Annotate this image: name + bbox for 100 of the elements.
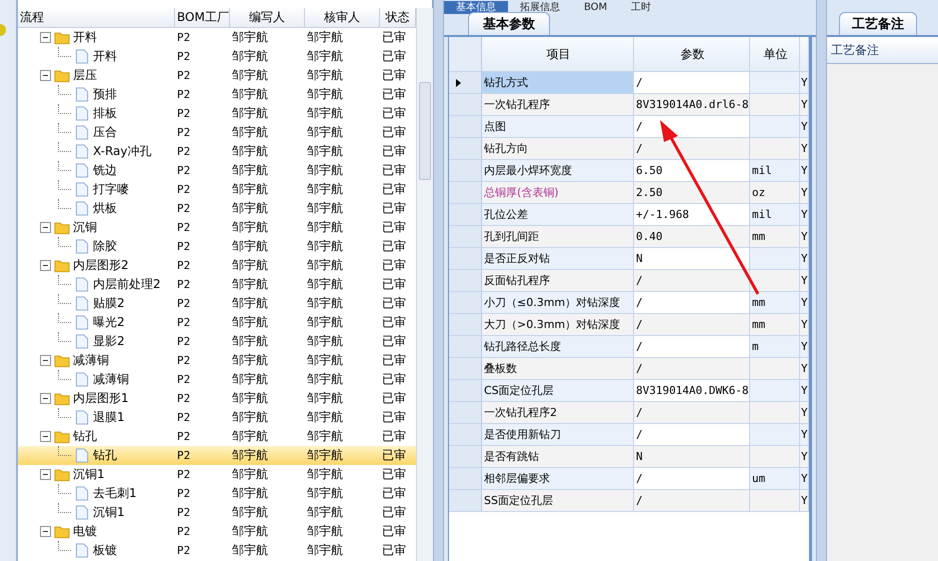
- table-cell[interactable]: /: [634, 402, 750, 424]
- tab[interactable]: 工艺备注: [839, 12, 917, 35]
- tree-node-label: 贴膜2: [93, 295, 125, 312]
- table-cell-text: 邹宇航: [231, 428, 269, 445]
- tab[interactable]: 基本信息: [444, 1, 508, 14]
- column-header[interactable]: 流程: [18, 8, 175, 27]
- table-cell: 是否有跳钻: [482, 446, 634, 468]
- tree-row[interactable]: 铣边 P2 邹宇航 邹宇航 已审: [18, 161, 416, 180]
- collapse-icon[interactable]: [40, 355, 51, 366]
- tree-row[interactable]: 除胶 P2 邹宇航 邹宇航 已审: [18, 237, 416, 256]
- tab[interactable]: BOM: [572, 1, 620, 14]
- tree-row[interactable]: 板镀 P2 邹宇航 邹宇航 已审: [18, 541, 416, 560]
- tab[interactable]: 基本参数: [468, 12, 550, 35]
- tree-row[interactable]: 烘板 P2 邹宇航 邹宇航 已审: [18, 199, 416, 218]
- tree-row[interactable]: 沉铜 P2 邹宇航 邹宇航 已审: [18, 218, 416, 237]
- table-cell[interactable]: /: [634, 490, 750, 512]
- tree-row[interactable]: 钻孔 P2 邹宇航 邹宇航 已审: [18, 446, 416, 465]
- collapse-icon[interactable]: [40, 526, 51, 537]
- table-cell-text: P2: [176, 429, 192, 445]
- tree-row[interactable]: 减薄铜 P2 邹宇航 邹宇航 已审: [18, 351, 416, 370]
- tab[interactable]: 工时: [619, 1, 664, 14]
- table-cell-text: P2: [176, 258, 192, 274]
- tree-row[interactable]: 去毛刺1 P2 邹宇航 邹宇航 已审: [18, 484, 416, 503]
- table-cell: [750, 402, 800, 424]
- collapse-icon[interactable]: [40, 222, 51, 233]
- table-cell: Y: [800, 182, 809, 204]
- table-cell-text: 邹宇航: [231, 124, 269, 141]
- table-cell[interactable]: /: [634, 292, 750, 314]
- tree-row[interactable]: 退膜1 P2 邹宇航 邹宇航 已审: [18, 408, 416, 427]
- table-cell[interactable]: +/-1.968: [634, 204, 750, 226]
- tree-row[interactable]: 显影2 P2 邹宇航 邹宇航 已审: [18, 332, 416, 351]
- table-cell[interactable]: N: [634, 248, 750, 270]
- tree-row[interactable]: 开料 P2 邹宇航 邹宇航 已审: [18, 47, 416, 66]
- tree-row[interactable]: 打字嘜 P2 邹宇航 邹宇航 已审: [18, 180, 416, 199]
- tree-row[interactable]: 电镀 P2 邹宇航 邹宇航 已审: [18, 522, 416, 541]
- table-cell[interactable]: /: [634, 270, 750, 292]
- tree-row[interactable]: 沉铜1 P2 邹宇航 邹宇航 已审: [18, 503, 416, 522]
- folder-icon: [54, 353, 70, 368]
- table-cell[interactable]: 6.50: [634, 160, 750, 182]
- table-cell-text: 已审: [381, 48, 407, 65]
- document-icon: [74, 239, 90, 254]
- table-cell-text: P2: [176, 220, 192, 236]
- tree-row[interactable]: 沉铜1 P2 邹宇航 邹宇航 已审: [18, 465, 416, 484]
- table-cell-text: P2: [176, 391, 192, 407]
- tree-row[interactable]: 减薄铜 P2 邹宇航 邹宇航 已审: [18, 370, 416, 389]
- collapse-icon[interactable]: [40, 469, 51, 480]
- tree-row[interactable]: 内层图形2 P2 邹宇航 邹宇航 已审: [18, 256, 416, 275]
- document-icon: [74, 144, 90, 159]
- table-cell[interactable]: /: [634, 72, 750, 94]
- splitter[interactable]: [433, 0, 444, 561]
- table-cell: [750, 446, 800, 468]
- table-cell[interactable]: 8V319014A0.drl6-8: [634, 94, 750, 116]
- tree-row[interactable]: 开料 P2 邹宇航 邹宇航 已审: [18, 28, 416, 47]
- table-cell[interactable]: /: [634, 336, 750, 358]
- scrollbar[interactable]: [416, 8, 433, 561]
- column-header[interactable]: 编写人: [230, 8, 305, 27]
- collapse-icon[interactable]: [40, 431, 51, 442]
- tree-row[interactable]: 钻孔 P2 邹宇航 邹宇航 已审: [18, 427, 416, 446]
- collapse-icon[interactable]: [40, 393, 51, 404]
- tree-row[interactable]: 预排 P2 邹宇航 邹宇航 已审: [18, 85, 416, 104]
- table-cell[interactable]: /: [634, 116, 750, 138]
- document-icon: [74, 201, 90, 216]
- table-cell-text: 邹宇航: [306, 200, 344, 217]
- tree-row[interactable]: X-Ray冲孔 P2 邹宇航 邹宇航 已审: [18, 142, 416, 161]
- tree-row[interactable]: 压合 P2 邹宇航 邹宇航 已审: [18, 123, 416, 142]
- tree-row[interactable]: 内层前处理2 P2 邹宇航 邹宇航 已审: [18, 275, 416, 294]
- tree-row[interactable]: 排板 P2 邹宇航 邹宇航 已审: [18, 104, 416, 123]
- column-header[interactable]: BOM工厂: [175, 8, 230, 27]
- table-cell-text: 已审: [381, 219, 407, 236]
- row-indicator[interactable]: [449, 72, 482, 94]
- tab[interactable]: 拓展信息: [508, 1, 572, 14]
- table-cell[interactable]: 0.40: [634, 226, 750, 248]
- table-cell-text: P2: [176, 524, 192, 540]
- table-cell-text: 邹宇航: [306, 105, 344, 122]
- table-cell-text: 已审: [381, 447, 407, 464]
- document-icon: [74, 505, 90, 520]
- tree-row[interactable]: 内层图形1 P2 邹宇航 邹宇航 已审: [18, 389, 416, 408]
- table-cell[interactable]: /: [634, 358, 750, 380]
- table-cell[interactable]: N: [634, 446, 750, 468]
- tree-node-label: 烘板: [93, 200, 117, 217]
- table-cell: SS面定位孔层: [482, 490, 634, 512]
- table-cell: CS面定位孔层: [482, 380, 634, 402]
- collapse-icon[interactable]: [40, 32, 51, 43]
- table-cell[interactable]: /: [634, 424, 750, 446]
- column-header[interactable]: 核审人: [305, 8, 380, 27]
- collapse-icon[interactable]: [40, 70, 51, 81]
- table-cell-text: 已审: [381, 86, 407, 103]
- table-cell[interactable]: 8V319014A0.DWK6-8: [634, 380, 750, 402]
- splitter[interactable]: [816, 0, 827, 561]
- tree-node-label: 钻孔: [73, 428, 97, 445]
- tree-row[interactable]: 曝光2 P2 邹宇航 邹宇航 已审: [18, 313, 416, 332]
- table-cell[interactable]: 2.50: [634, 182, 750, 204]
- tree-row[interactable]: 贴膜2 P2 邹宇航 邹宇航 已审: [18, 294, 416, 313]
- table-cell-text: 邹宇航: [306, 219, 344, 236]
- table-cell[interactable]: /: [634, 468, 750, 490]
- document-icon: [74, 182, 90, 197]
- collapse-icon[interactable]: [40, 260, 51, 271]
- tree-row[interactable]: 层压 P2 邹宇航 邹宇航 已审: [18, 66, 416, 85]
- table-cell[interactable]: /: [634, 138, 750, 160]
- table-cell[interactable]: /: [634, 314, 750, 336]
